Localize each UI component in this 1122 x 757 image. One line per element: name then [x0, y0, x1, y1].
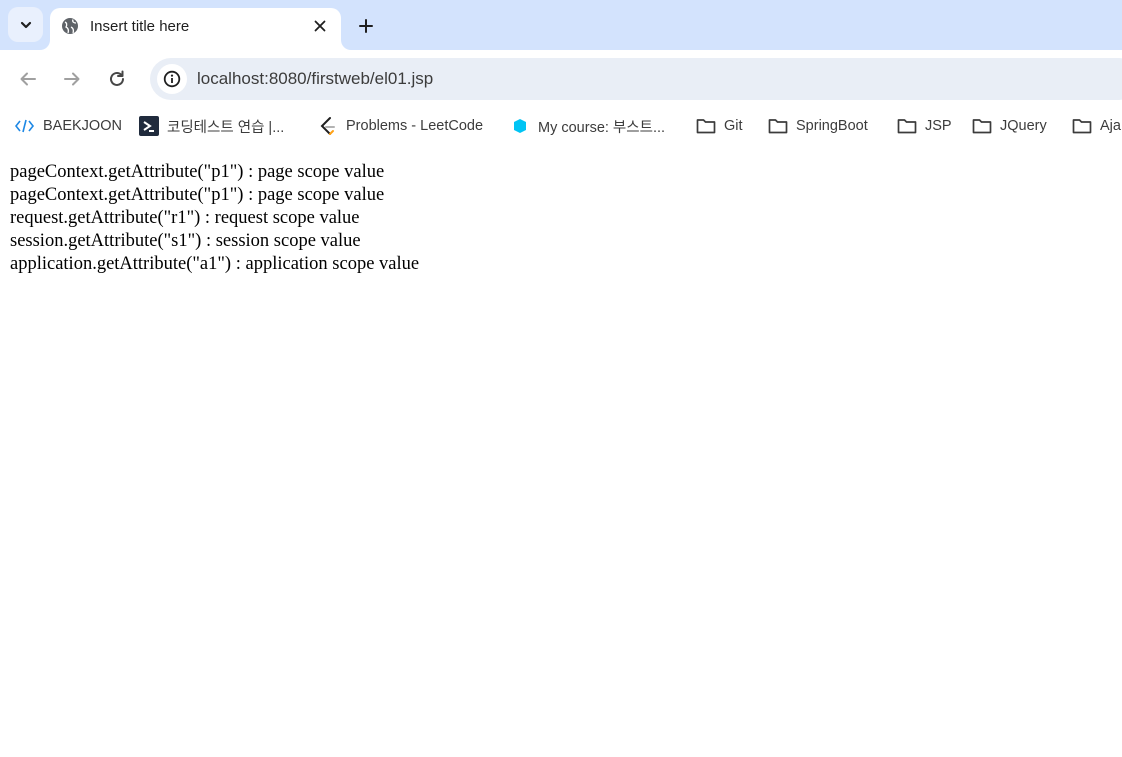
- reload-icon: [110, 70, 124, 86]
- new-tab-button[interactable]: [352, 12, 380, 40]
- tab-close-button[interactable]: [309, 15, 331, 37]
- bookmark-label: Problems - LeetCode: [346, 118, 484, 134]
- programmers-icon: [139, 116, 159, 136]
- baekjoon-icon: [15, 116, 35, 136]
- tab-search-button[interactable]: [8, 7, 43, 42]
- tab-strip: Insert title here: [0, 0, 1122, 50]
- arrow-left-icon: [20, 72, 36, 86]
- page-content: pageContext.getAttribute("p1") : page sc…: [10, 161, 419, 276]
- bookmarks-bar: BAEKJOON 코딩테스트 연습 |... Problems - LeetCo…: [0, 108, 1122, 144]
- folder-icon: [768, 116, 788, 136]
- bookmark-label: Aja: [1100, 118, 1121, 134]
- bookmark-label: JQuery: [1000, 118, 1047, 134]
- forward-button[interactable]: [57, 64, 87, 94]
- bookmark-leetcode[interactable]: Problems - LeetCode: [318, 108, 483, 144]
- back-button[interactable]: [13, 64, 43, 94]
- url-text[interactable]: localhost:8080/firstweb/el01.jsp: [197, 69, 433, 89]
- active-tab[interactable]: Insert title here: [50, 8, 341, 50]
- address-bar[interactable]: localhost:8080/firstweb/el01.jsp: [150, 58, 1122, 100]
- bookmark-baekjoon[interactable]: BAEKJOON: [15, 108, 122, 144]
- folder-icon: [972, 116, 992, 136]
- reload-button[interactable]: [102, 64, 132, 94]
- content-line: session.getAttribute("s1") : session sco…: [10, 231, 361, 251]
- globe-icon: [62, 18, 78, 34]
- content-line: application.getAttribute("a1") : applica…: [10, 254, 420, 274]
- info-icon: [163, 70, 181, 88]
- bookmark-boostcourse[interactable]: My course: 부스트...: [510, 108, 665, 144]
- bookmark-folder-git[interactable]: Git: [696, 108, 743, 144]
- content-line: pageContext.getAttribute("p1") : page sc…: [10, 162, 385, 182]
- bookmark-folder-jquery[interactable]: JQuery: [972, 108, 1047, 144]
- bookmark-label: 코딩테스트 연습 |...: [167, 119, 285, 136]
- arrow-right-icon: [64, 72, 80, 86]
- bookmark-label: My course: 부스트...: [538, 119, 666, 136]
- browser-toolbar: localhost:8080/firstweb/el01.jsp: [0, 50, 1122, 108]
- tab-title: Insert title here: [90, 18, 190, 35]
- folder-icon: [1072, 116, 1092, 136]
- content-line: pageContext.getAttribute("p1") : page sc…: [10, 185, 385, 205]
- bookmark-folder-jsp[interactable]: JSP: [897, 108, 952, 144]
- leetcode-icon: [318, 116, 338, 136]
- bookmark-label: JSP: [925, 118, 952, 134]
- bookmark-programmers[interactable]: 코딩테스트 연습 |...: [139, 108, 284, 144]
- folder-icon: [696, 116, 716, 136]
- bookmark-folder-springboot[interactable]: SpringBoot: [768, 108, 868, 144]
- bookmark-label: SpringBoot: [796, 118, 868, 134]
- site-info-button[interactable]: [157, 64, 187, 94]
- bookmark-label: Git: [724, 118, 743, 134]
- boostcourse-icon: [510, 116, 530, 136]
- bookmark-label: BAEKJOON: [43, 118, 122, 134]
- content-line: request.getAttribute("r1") : request sco…: [10, 208, 360, 228]
- bookmark-folder-ajax[interactable]: Aja: [1072, 108, 1121, 144]
- plus-icon: [359, 19, 373, 33]
- close-icon: [314, 20, 326, 32]
- chevron-down-icon: [20, 21, 31, 28]
- folder-icon: [897, 116, 917, 136]
